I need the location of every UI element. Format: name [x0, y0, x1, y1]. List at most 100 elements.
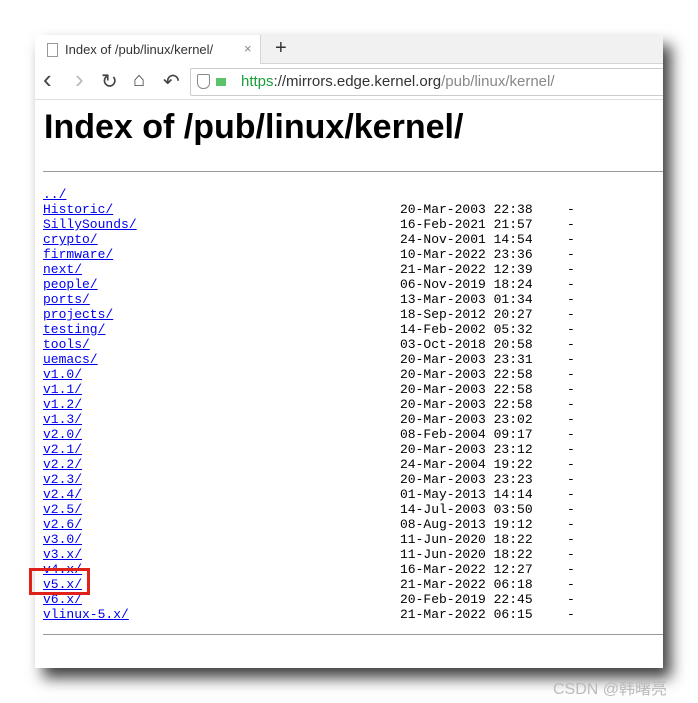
- entry-size: -: [567, 202, 575, 217]
- entry-size: -: [567, 397, 575, 412]
- new-tab-button[interactable]: +: [275, 37, 287, 60]
- entry-size: -: [567, 352, 575, 367]
- entry-link[interactable]: v1.1/: [43, 382, 82, 397]
- entry-date: 06-Nov-2019 18:24: [400, 277, 533, 292]
- undo-icon[interactable]: ↶: [163, 69, 180, 94]
- entry-size: -: [567, 532, 575, 547]
- entry-size: -: [567, 472, 575, 487]
- list-item: testing/14-Feb-2002 05:32 -: [43, 322, 575, 337]
- list-item: v2.4/01-May-2013 14:14 -: [43, 487, 575, 502]
- entry-link[interactable]: ../: [43, 187, 66, 202]
- file-list: ../Historic/20-Mar-2003 22:38- SillySound…: [43, 187, 575, 622]
- entry-size: -: [567, 562, 575, 577]
- entry-size: -: [567, 577, 575, 592]
- list-item: people/06-Nov-2019 18:24 -: [43, 277, 575, 292]
- list-item: Historic/20-Mar-2003 22:38 -: [43, 202, 575, 217]
- entry-link[interactable]: vlinux-5.x/: [43, 607, 129, 622]
- entry-link[interactable]: Historic/: [43, 202, 113, 217]
- entry-date: 16-Feb-2021 21:57: [400, 217, 533, 232]
- watermark: CSDN @韩曙亮: [553, 681, 668, 698]
- entry-link[interactable]: testing/: [43, 322, 105, 337]
- address-bar[interactable]: https://mirrors.edge.kernel.org/pub/linu…: [190, 68, 663, 96]
- browser-window: Index of /pub/linux/kernel/ × + ‹ › ↻ ⌂ …: [35, 35, 663, 668]
- entry-link[interactable]: ports/: [43, 292, 90, 307]
- entry-date: 01-May-2013 14:14: [400, 487, 533, 502]
- tab-title: Index of /pub/linux/kernel/: [65, 42, 214, 57]
- entry-date: 21-Mar-2022 06:18: [400, 577, 533, 592]
- home-icon[interactable]: ⌂: [133, 69, 145, 92]
- toolbar: ‹ › ↻ ⌂ ↶ https://mirrors.edge.kernel.or…: [35, 64, 663, 100]
- entry-date: 14-Feb-2002 05:32: [400, 322, 533, 337]
- list-item: v1.0/20-Mar-2003 22:58 -: [43, 367, 575, 382]
- entry-link[interactable]: projects/: [43, 307, 113, 322]
- list-item: v1.3/20-Mar-2003 23:02 -: [43, 412, 575, 427]
- entry-size: -: [567, 457, 575, 472]
- reload-icon[interactable]: ↻: [101, 69, 118, 94]
- entry-link[interactable]: v2.1/: [43, 442, 82, 457]
- list-item: projects/18-Sep-2012 20:27 -: [43, 307, 575, 322]
- list-item: tools/03-Oct-2018 20:58 -: [43, 337, 575, 352]
- entry-link[interactable]: tools/: [43, 337, 90, 352]
- entry-date: 08-Feb-2004 09:17: [400, 427, 533, 442]
- entry-link[interactable]: v1.2/: [43, 397, 82, 412]
- entry-date: 16-Mar-2022 12:27: [400, 562, 533, 577]
- close-tab-icon[interactable]: ×: [244, 41, 252, 56]
- entry-date: 21-Mar-2022 12:39: [400, 262, 533, 277]
- entry-date: 20-Mar-2003 23:31: [400, 352, 533, 367]
- list-item: SillySounds/16-Feb-2021 21:57 -: [43, 217, 575, 232]
- entry-size: -: [567, 442, 575, 457]
- entry-link[interactable]: v2.5/: [43, 502, 82, 517]
- entry-link[interactable]: next/: [43, 262, 82, 277]
- entry-date: 10-Mar-2022 23:36: [400, 247, 533, 262]
- entry-link[interactable]: people/: [43, 277, 98, 292]
- entry-link[interactable]: v2.0/: [43, 427, 82, 442]
- entry-link[interactable]: v3.x/: [43, 547, 82, 562]
- entry-size: -: [567, 322, 575, 337]
- entry-link[interactable]: v3.0/: [43, 532, 82, 547]
- entry-link[interactable]: v2.3/: [43, 472, 82, 487]
- entry-date: 13-Mar-2003 01:34: [400, 292, 533, 307]
- entry-link[interactable]: firmware/: [43, 247, 113, 262]
- back-icon[interactable]: ‹: [43, 64, 52, 95]
- url-scheme: https: [241, 73, 274, 90]
- entry-size: -: [567, 217, 575, 232]
- entry-date: 20-Mar-2003 23:02: [400, 412, 533, 427]
- entry-size: -: [567, 247, 575, 262]
- entry-link[interactable]: uemacs/: [43, 352, 98, 367]
- forward-icon[interactable]: ›: [75, 64, 84, 95]
- tab-active[interactable]: Index of /pub/linux/kernel/ ×: [35, 35, 261, 64]
- entry-date: 21-Mar-2022 06:15: [400, 607, 533, 622]
- entry-link[interactable]: v1.0/: [43, 367, 82, 382]
- entry-size: -: [567, 592, 575, 607]
- url-host: ://mirrors.edge.kernel.org: [273, 73, 442, 90]
- entry-link[interactable]: v2.2/: [43, 457, 82, 472]
- list-item: v1.1/20-Mar-2003 22:58 -: [43, 382, 575, 397]
- entry-link[interactable]: v2.4/: [43, 487, 82, 502]
- list-item: next/21-Mar-2022 12:39 -: [43, 262, 575, 277]
- entry-date: 11-Jun-2020 18:22: [400, 532, 533, 547]
- shield-icon: [197, 74, 210, 89]
- list-item: v3.0/11-Jun-2020 18:22 -: [43, 532, 575, 547]
- entry-size: -: [567, 382, 575, 397]
- list-item: firmware/10-Mar-2022 23:36 -: [43, 247, 575, 262]
- entry-date: 03-Oct-2018 20:58: [400, 337, 533, 352]
- entry-link[interactable]: v1.3/: [43, 412, 82, 427]
- entry-date: 24-Mar-2004 19:22: [400, 457, 533, 472]
- divider-bottom: [43, 634, 663, 635]
- list-item: v2.1/20-Mar-2003 23:12 -: [43, 442, 575, 457]
- list-item: uemacs/20-Mar-2003 23:31 -: [43, 352, 575, 367]
- list-item: v2.5/14-Jul-2003 03:50 -: [43, 502, 575, 517]
- tab-bar: Index of /pub/linux/kernel/ × +: [35, 35, 663, 64]
- entry-date: 20-Mar-2003 22:38: [400, 202, 533, 217]
- entry-link[interactable]: SillySounds/: [43, 217, 137, 232]
- entry-size: -: [567, 517, 575, 532]
- entry-link[interactable]: v2.6/: [43, 517, 82, 532]
- entry-date: 20-Mar-2003 22:58: [400, 382, 533, 397]
- entry-date: 20-Mar-2003 22:58: [400, 397, 533, 412]
- entry-size: -: [567, 427, 575, 442]
- entry-link[interactable]: crypto/: [43, 232, 98, 247]
- entry-size: -: [567, 502, 575, 517]
- url-path: /pub/linux/kernel/: [441, 73, 555, 90]
- list-item: ../: [43, 187, 137, 202]
- entry-date: 08-Aug-2013 19:12: [400, 517, 533, 532]
